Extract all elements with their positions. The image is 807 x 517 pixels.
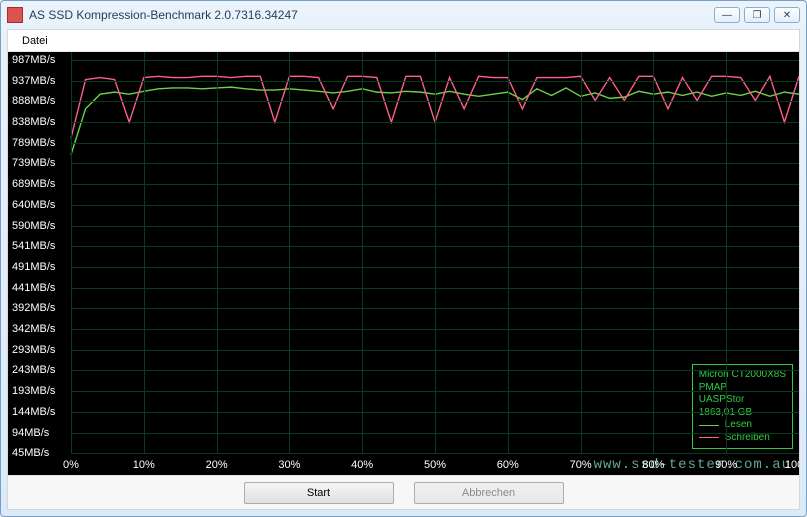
legend-write-swatch <box>699 437 719 438</box>
chart-plot: Micron CT2000X8S PMAP UASPStor 1863,01 G… <box>8 52 799 475</box>
x-axis-label: 70% <box>570 459 592 471</box>
y-axis-label: 243MB/s <box>12 364 55 376</box>
x-axis-label: 60% <box>497 459 519 471</box>
watermark: www.ssd-tester.com.au <box>594 457 791 473</box>
menu-bar: Datei <box>8 30 799 52</box>
y-axis-label: 888MB/s <box>12 95 55 107</box>
grid-line-v <box>581 52 582 453</box>
legend-read-label: Lesen <box>725 419 752 432</box>
grid-line-v <box>508 52 509 453</box>
x-axis-label: 20% <box>206 459 228 471</box>
window-title: AS SSD Kompression-Benchmark 2.0.7316.34… <box>29 8 714 22</box>
y-axis-label: 689MB/s <box>12 178 55 190</box>
grid-line-v <box>289 52 290 453</box>
app-window: AS SSD Kompression-Benchmark 2.0.7316.34… <box>0 0 807 517</box>
y-axis-label: 590MB/s <box>12 220 55 232</box>
legend-read-swatch <box>699 425 719 426</box>
grid-line-v <box>726 52 727 453</box>
grid-line-v <box>653 52 654 453</box>
y-axis-label: 45MB/s <box>12 447 49 459</box>
y-axis-label: 94MB/s <box>12 427 49 439</box>
y-axis-label: 789MB/s <box>12 137 55 149</box>
y-axis-label: 193MB/s <box>12 385 55 397</box>
grid-line-v <box>217 52 218 453</box>
y-axis-label: 491MB/s <box>12 261 55 273</box>
y-axis-label: 937MB/s <box>12 75 55 87</box>
y-axis-label: 392MB/s <box>12 302 55 314</box>
grid-line-v <box>144 52 145 453</box>
window-controls: — ❐ ✕ <box>714 7 800 23</box>
x-axis-label: 40% <box>351 459 373 471</box>
y-axis-label: 342MB/s <box>12 323 55 335</box>
y-axis-label: 441MB/s <box>12 282 55 294</box>
grid-line-v <box>362 52 363 453</box>
cancel-button: Abbrechen <box>414 482 564 504</box>
grid-line-v <box>71 52 72 453</box>
y-axis-label: 293MB/s <box>12 344 55 356</box>
x-axis-label: 50% <box>424 459 446 471</box>
x-axis-label: 80% <box>642 459 664 471</box>
start-button[interactable]: Start <box>244 482 394 504</box>
y-axis-label: 987MB/s <box>12 54 55 66</box>
x-axis-label: 10% <box>133 459 155 471</box>
grid-line-h <box>71 453 799 454</box>
x-axis-label: 0% <box>63 459 79 471</box>
legend-capacity: 1863,01 GB <box>699 407 786 420</box>
x-axis-label: 90% <box>715 459 737 471</box>
y-axis-label: 144MB/s <box>12 406 55 418</box>
menu-file[interactable]: Datei <box>14 33 56 49</box>
button-row: Start Abbrechen <box>8 475 799 509</box>
legend-read-row: Lesen <box>699 419 786 432</box>
client-area: Datei Micron CT2000X8S PMAP UASPStor 186… <box>7 29 800 510</box>
legend-driver: UASPStor <box>699 394 786 407</box>
maximize-button[interactable]: ❐ <box>744 7 770 23</box>
chart-legend: Micron CT2000X8S PMAP UASPStor 1863,01 G… <box>692 364 793 449</box>
x-axis-label: 100% <box>785 459 799 471</box>
x-axis-label: 30% <box>278 459 300 471</box>
app-icon <box>7 7 23 23</box>
minimize-button[interactable]: — <box>714 7 740 23</box>
titlebar[interactable]: AS SSD Kompression-Benchmark 2.0.7316.34… <box>1 1 806 29</box>
y-axis-label: 541MB/s <box>12 240 55 252</box>
y-axis-label: 739MB/s <box>12 157 55 169</box>
grid-line-v <box>435 52 436 453</box>
y-axis-label: 640MB/s <box>12 199 55 211</box>
close-button[interactable]: ✕ <box>774 7 800 23</box>
y-axis-label: 838MB/s <box>12 116 55 128</box>
